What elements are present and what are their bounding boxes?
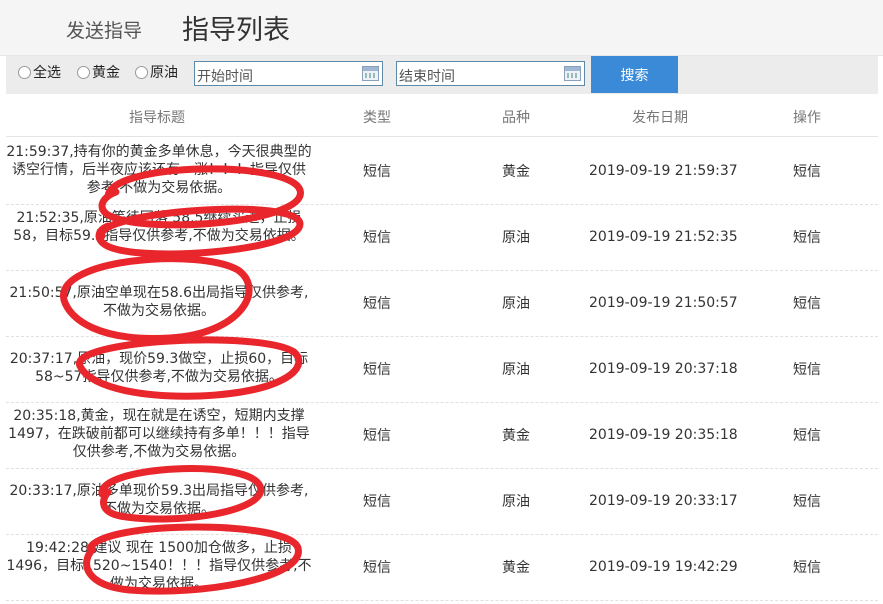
row-op[interactable]: 短信 (793, 336, 821, 402)
row-op[interactable]: 短信 (793, 270, 821, 336)
row-op[interactable]: 短信 (793, 204, 821, 270)
search-button[interactable]: 搜索 (591, 56, 678, 93)
header-op: 操作 (793, 110, 821, 126)
radio-gold[interactable]: 黄金 (77, 62, 120, 82)
tab-send-guidance[interactable]: 发送指导 (66, 16, 142, 43)
row-kind: 原油 (502, 494, 530, 510)
table-row: 21:52:35,原油等待回落 58.5继续买进，止损58，目标59.5指导仅供… (6, 204, 878, 271)
row-date: 2019-09-19 21:52:35 (589, 229, 738, 245)
row-op[interactable]: 短信 (793, 468, 821, 534)
row-kind: 原油 (502, 362, 530, 378)
row-title: 20:35:18,黄金，现在就是在诱空，短期内支撑1497，在跌破前都可以继续持… (8, 408, 310, 460)
row-date: 2019-09-19 20:35:18 (589, 427, 738, 443)
row-kind: 黄金 (502, 560, 530, 576)
row-op[interactable]: 短信 (793, 534, 821, 600)
table-row: 20:33:17,原油多单现价59.3出局指导仅供参考,不做为交易依据。 短信 … (6, 468, 878, 535)
row-title: 21:50:57,原油空单现在58.6出局指导仅供参考,不做为交易依据。 (9, 285, 309, 319)
radio-circle-icon[interactable] (135, 65, 148, 79)
radio-circle-icon[interactable] (18, 65, 31, 79)
row-date: 2019-09-19 20:37:18 (589, 361, 738, 377)
radio-circle-icon[interactable] (77, 65, 90, 79)
row-kind: 原油 (502, 230, 530, 246)
start-time-input[interactable]: 开始时间 (194, 61, 383, 86)
table-row: 21:59:37,持有你的黄金多单休息，今天很典型的诱空行情，后半夜应该还有一涨… (6, 138, 878, 205)
row-type: 短信 (363, 164, 391, 180)
row-title: 20:33:17,原油多单现价59.3出局指导仅供参考,不做为交易依据。 (9, 483, 309, 517)
row-type: 短信 (363, 494, 391, 510)
row-type: 短信 (363, 230, 391, 246)
row-date: 2019-09-19 21:50:57 (589, 295, 738, 311)
row-title: 21:59:37,持有你的黄金多单休息，今天很典型的诱空行情，后半夜应该还有一涨… (6, 144, 312, 196)
filter-bar: 全选 黄金 原油 开始时间 结束时间 搜索 (6, 56, 878, 94)
row-op[interactable]: 短信 (793, 402, 821, 468)
radio-all[interactable]: 全选 (18, 62, 61, 82)
row-op[interactable]: 短信 (793, 138, 821, 204)
row-type: 短信 (363, 560, 391, 576)
header-type: 类型 (363, 110, 391, 126)
table-row: 19:42:28,建议 现在 1500加仓做多，止损1496，目标1520~15… (6, 534, 878, 601)
row-kind: 黄金 (502, 164, 530, 180)
header-date: 发布日期 (632, 110, 688, 126)
calendar-icon[interactable] (564, 66, 581, 81)
end-time-input[interactable]: 结束时间 (396, 61, 585, 86)
table-row: 20:35:18,黄金，现在就是在诱空，短期内支撑1497，在跌破前都可以继续持… (6, 402, 878, 469)
row-title: 21:52:35,原油等待回落 58.5继续买进，止损58，目标59.5指导仅供… (13, 210, 305, 244)
row-type: 短信 (363, 428, 391, 444)
header-kind: 品种 (502, 110, 530, 126)
top-bar: 发送指导 指导列表 (0, 0, 883, 56)
header-title: 指导标题 (129, 110, 185, 126)
row-date: 2019-09-19 20:33:17 (589, 493, 738, 509)
calendar-icon[interactable] (362, 66, 379, 81)
tab-guidance-list[interactable]: 指导列表 (182, 8, 290, 47)
row-date: 2019-09-19 19:42:29 (589, 559, 738, 575)
row-kind: 原油 (502, 296, 530, 312)
row-date: 2019-09-19 21:59:37 (589, 163, 738, 179)
table-row: 20:37:17,原油，现价59.3做空，止损60，目标58~57指导仅供参考,… (6, 336, 878, 403)
table-row: 21:50:57,原油空单现在58.6出局指导仅供参考,不做为交易依据。 短信 … (6, 270, 878, 337)
row-title: 20:37:17,原油，现价59.3做空，止损60，目标58~57指导仅供参考,… (9, 351, 309, 385)
table-header: 指导标题 类型 品种 发布日期 操作 (6, 96, 878, 137)
row-type: 短信 (363, 362, 391, 378)
row-title: 19:42:28,建议 现在 1500加仓做多，止损1496，目标1520~15… (6, 540, 312, 592)
radio-oil[interactable]: 原油 (135, 62, 178, 82)
row-kind: 黄金 (502, 428, 530, 444)
row-type: 短信 (363, 296, 391, 312)
